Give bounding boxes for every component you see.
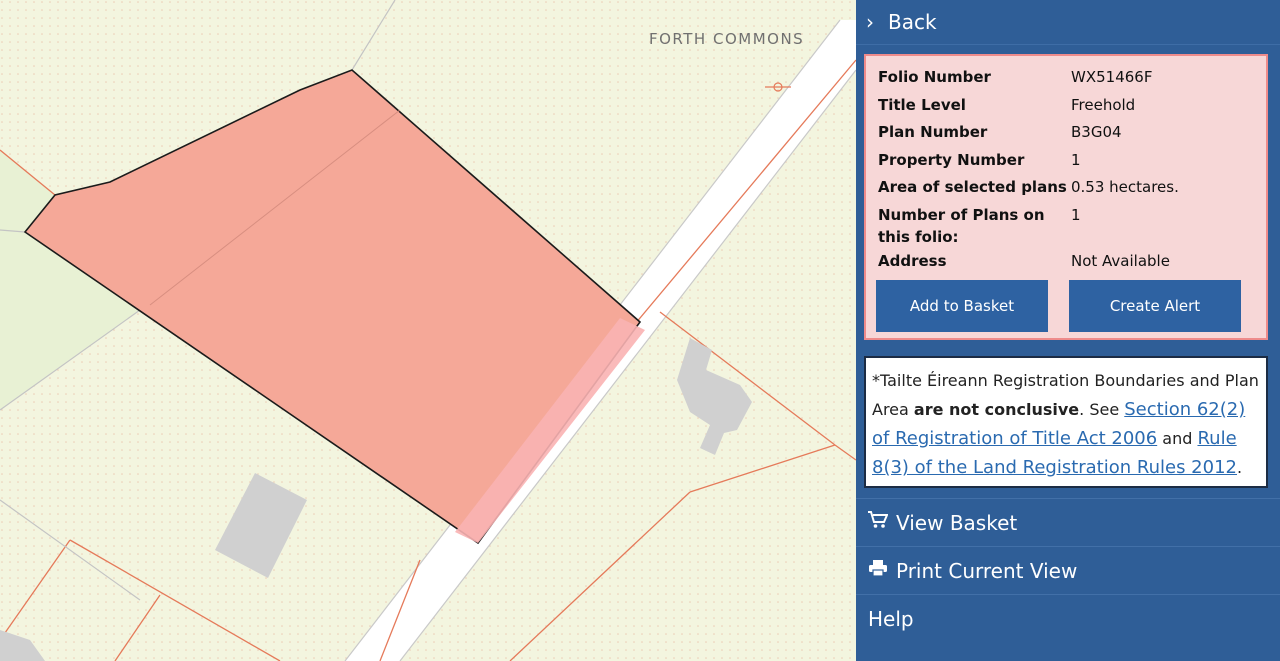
disclaimer-see: . See	[1079, 400, 1125, 419]
view-basket-label: View Basket	[896, 510, 1018, 535]
detail-value: 1	[1071, 205, 1081, 224]
back-label: Back	[888, 10, 937, 34]
detail-value: WX51466F	[1071, 68, 1153, 86]
detail-label: Folio Number	[878, 68, 991, 86]
help-label: Help	[868, 606, 914, 631]
detail-value: 0.53 hectares.	[1071, 178, 1179, 196]
detail-label: Title Level	[878, 95, 966, 114]
back-button[interactable]: › Back	[856, 0, 1280, 45]
create-alert-button[interactable]: Create Alert	[1069, 280, 1241, 332]
detail-row-number-of-plans: Number of Plans on this folio: 1	[878, 204, 1268, 248]
detail-row-title-level: Title Level Freehold	[878, 94, 1268, 116]
detail-row-folio-number: Folio Number WX51466F	[878, 66, 1268, 88]
detail-value: Not Available	[1071, 251, 1170, 270]
detail-label: Number of Plans on this folio:	[878, 205, 1045, 246]
place-label: FORTH COMMONS	[649, 30, 805, 48]
detail-label: Area of selected plans	[878, 178, 1067, 196]
detail-row-area: Area of selected plans 0.53 hectares.	[878, 176, 1268, 198]
add-to-basket-button[interactable]: Add to Basket	[876, 280, 1048, 332]
printer-icon	[868, 559, 896, 582]
detail-label: Plan Number	[878, 123, 988, 141]
detail-row-property-number: Property Number 1	[878, 149, 1268, 171]
help-menu-item[interactable]: Help	[856, 594, 1280, 642]
chevron-right-icon: ›	[866, 10, 874, 34]
detail-value: 1	[1071, 150, 1081, 169]
map-view[interactable]: FORTH COMMONS	[0, 0, 856, 661]
disclaimer-box: *Tailte Éireann Registration Boundaries …	[864, 356, 1268, 488]
detail-label: Property Number	[878, 150, 1025, 169]
print-view-label: Print Current View	[896, 558, 1078, 583]
detail-row-plan-number: Plan Number B3G04	[878, 121, 1268, 143]
folio-details-table: Folio Number WX51466F Title Level Freeho…	[878, 66, 1268, 277]
detail-label: Address	[878, 251, 947, 270]
disclaimer-bold: are not conclusive	[913, 400, 1080, 419]
detail-value: B3G04	[1071, 123, 1122, 141]
side-panel: › Back Folio Number WX51466F Title Level…	[856, 0, 1280, 661]
cart-icon	[868, 511, 896, 534]
folio-details-box: Folio Number WX51466F Title Level Freeho…	[864, 54, 1268, 340]
view-basket-menu-item[interactable]: View Basket	[856, 498, 1280, 546]
detail-value: Freehold	[1071, 95, 1136, 114]
map-canvas[interactable]	[0, 0, 856, 661]
detail-row-address: Address Not Available	[878, 250, 1268, 272]
disclaimer-and: and	[1157, 429, 1198, 448]
print-view-menu-item[interactable]: Print Current View	[856, 546, 1280, 594]
disclaimer-end: .	[1236, 458, 1243, 477]
